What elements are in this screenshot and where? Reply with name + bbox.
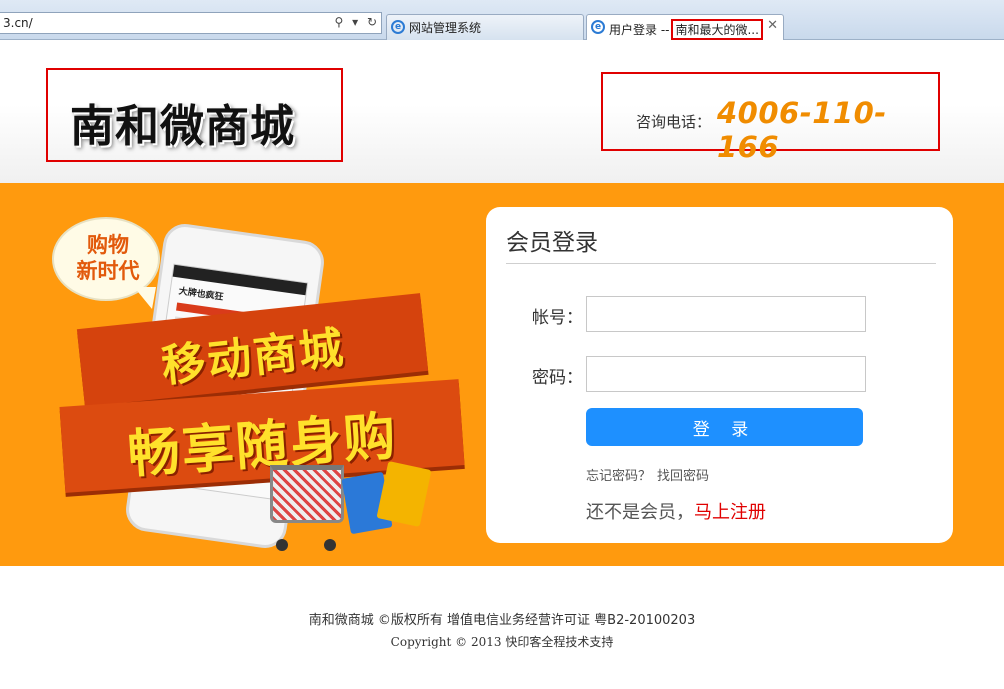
- site-footer: 南和微商城 ©版权所有 增值电信业务经营许可证 粤B2-20100203 Cop…: [0, 566, 1004, 689]
- login-button[interactable]: 登 录: [586, 408, 863, 446]
- register-prompt: 还不是会员，马上注册: [586, 498, 766, 524]
- account-input[interactable]: [586, 296, 866, 332]
- ie-icon: e: [591, 20, 605, 34]
- title-divider: [506, 263, 936, 264]
- tab-label-prefix: 用户登录 --: [609, 23, 670, 37]
- logo[interactable]: 南和微商城: [46, 68, 343, 162]
- tab-user-login[interactable]: e 用户登录 -- 南和最大的微... ✕: [586, 14, 784, 40]
- close-icon[interactable]: ✕: [767, 18, 778, 33]
- address-text[interactable]: 3.cn/: [3, 16, 33, 30]
- ie-icon: e: [391, 20, 405, 34]
- footer-copyright: 南和微商城 ©版权所有 增值电信业务经营许可证 粤B2-20100203: [308, 613, 696, 628]
- site-header: 南和微商城 咨询电话： 4006-110-166: [0, 41, 1004, 183]
- cart-wheel-icon: [324, 539, 336, 551]
- address-bar[interactable]: 3.cn/ ⚲ ▾ ↻: [0, 12, 382, 34]
- shopping-cart-icon: [270, 465, 344, 523]
- bubble-line-1: 购物: [87, 233, 129, 257]
- register-prompt-text: 还不是会员，: [586, 502, 694, 523]
- hotline-label: 咨询电话：: [636, 113, 712, 131]
- logo-text: 南和微商城: [70, 101, 295, 152]
- hotline-number: 4006-110-166: [717, 96, 887, 164]
- login-banner: 大牌也疯狂 购物 新时代 移动商城 畅享随身购 会员登录 帐号： 密码： 登 录…: [0, 183, 1004, 566]
- refresh-icon[interactable]: ↻: [367, 15, 377, 29]
- login-card: 会员登录 帐号： 密码： 登 录 忘记密码？ 找回密码 还不是会员，马上注册: [486, 207, 953, 543]
- forgot-password-text: 忘记密码？: [586, 469, 652, 484]
- shopping-bag-icon: [376, 461, 432, 527]
- password-label: 密码：: [532, 368, 583, 388]
- password-help: 忘记密码？ 找回密码: [586, 465, 715, 484]
- tab-label: 网站管理系统: [409, 21, 482, 35]
- hotline: 咨询电话： 4006-110-166: [601, 72, 940, 164]
- password-input[interactable]: [586, 356, 866, 392]
- address-buttons: ⚲ ▾ ↻: [329, 15, 377, 29]
- register-link[interactable]: 马上注册: [694, 502, 766, 523]
- cart-wheel-icon: [276, 539, 288, 551]
- tab-site-admin[interactable]: e 网站管理系统: [386, 14, 584, 40]
- account-label: 帐号：: [532, 308, 583, 328]
- speech-bubble-tail: [134, 287, 156, 309]
- retrieve-password-link[interactable]: 找回密码: [657, 469, 709, 484]
- tab-label-highlight: 南和最大的微...: [671, 19, 763, 40]
- dropdown-icon[interactable]: ▾: [352, 15, 358, 29]
- browser-toolbar: 3.cn/ ⚲ ▾ ↻ e 网站管理系统 e 用户登录 -- 南和最大的微... …: [0, 0, 1004, 40]
- login-title: 会员登录: [506, 230, 598, 256]
- footer-credit: Copyright © 2013 快印客全程技术支持: [390, 635, 614, 649]
- search-icon[interactable]: ⚲: [334, 15, 343, 29]
- bubble-line-2: 新时代: [76, 259, 140, 283]
- promo-graphic: 大牌也疯狂 购物 新时代 移动商城 畅享随身购: [50, 203, 470, 563]
